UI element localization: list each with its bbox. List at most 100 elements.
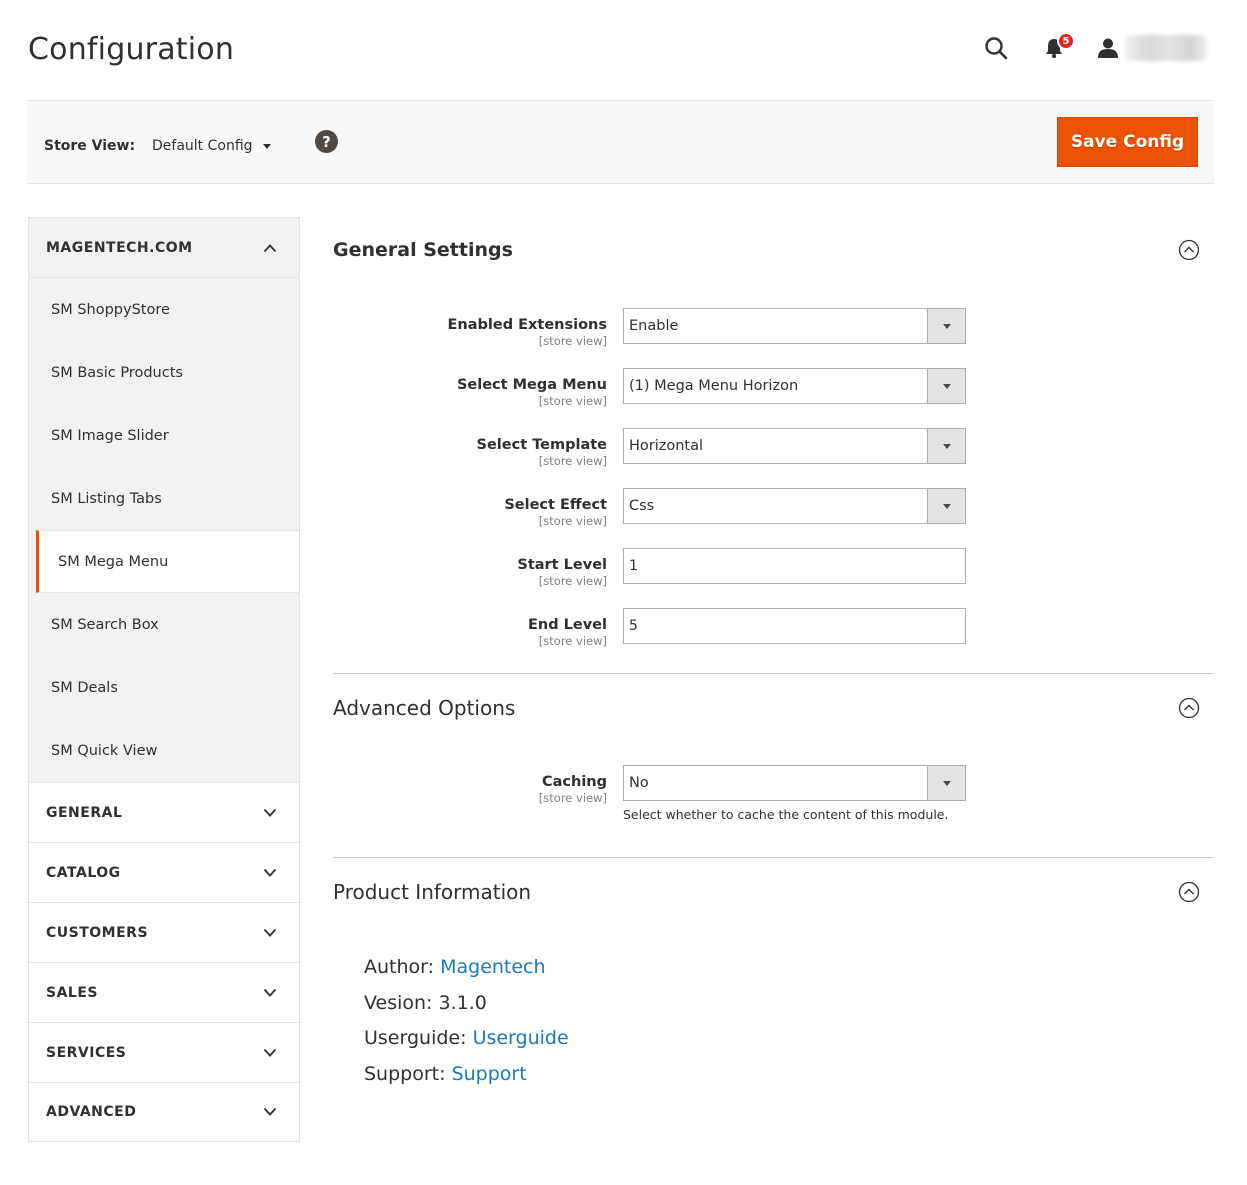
sidebar-group-customers[interactable]: CUSTOMERS (28, 902, 300, 962)
caching-note: Select whether to cache the content of t… (623, 807, 949, 822)
start-level-input[interactable] (623, 548, 966, 584)
sidebar-group-services[interactable]: SERVICES (28, 1022, 300, 1082)
author-label: Author: (364, 956, 435, 978)
store-view-value: Default Config (152, 138, 253, 154)
field-scope: [store view] (538, 334, 607, 348)
general-settings-title: General Settings (333, 239, 513, 261)
field-label: End Level [store view] (528, 617, 607, 648)
store-view-switcher[interactable]: Default Config (152, 138, 271, 154)
sidebar-item-shoppystore[interactable]: SM ShoppyStore (29, 278, 299, 341)
advanced-options-header[interactable]: Advanced Options (333, 674, 1214, 742)
user-icon (1098, 38, 1118, 58)
field-select-template: Select Template [store view] Horizontal (333, 428, 1214, 488)
field-start-level: Start Level [store view] (333, 548, 1214, 608)
end-level-input[interactable] (623, 608, 966, 644)
userguide-label: Userguide: (364, 1027, 467, 1049)
dropdown-arrow-icon (927, 309, 965, 343)
field-caching: Caching [store view] No Select whether t… (333, 765, 1214, 857)
field-name: Enabled Extensions (447, 317, 608, 333)
account-name-redacted (1125, 35, 1207, 61)
chevron-down-icon (263, 988, 277, 997)
sidebar-item-listing-tabs[interactable]: SM Listing Tabs (29, 467, 299, 530)
dropdown-arrow-icon (927, 369, 965, 403)
support-line: Support: Support (364, 1057, 1214, 1093)
field-label: Start Level [store view] (517, 557, 607, 588)
field-enabled-extensions: Enabled Extensions [store view] Enable (333, 308, 1214, 368)
userguide-line: Userguide: Userguide (364, 1021, 1214, 1057)
chevron-down-icon (263, 1048, 277, 1057)
sidebar-items: SM ShoppyStore SM Basic Products SM Imag… (28, 277, 300, 782)
field-scope: [store view] (538, 574, 607, 588)
product-information-title: Product Information (333, 880, 532, 904)
field-name: Caching (541, 774, 607, 790)
field-scope: [store view] (538, 514, 607, 528)
collapse-circle-icon (1178, 697, 1200, 719)
support-label: Support: (364, 1062, 446, 1085)
select-value: No (629, 775, 649, 791)
field-name: Select Mega Menu (456, 377, 607, 393)
field-end-level: End Level [store view] (333, 608, 1214, 668)
product-information-header[interactable]: Product Information (333, 858, 1214, 926)
field-scope: [store view] (538, 454, 607, 468)
field-label: Select Effect [store view] (504, 497, 607, 528)
field-label: Enabled Extensions [store view] (448, 317, 608, 348)
template-select[interactable]: Horizontal (623, 428, 966, 464)
product-info-list: Author: Magentech Vesion: 3.1.0 Userguid… (364, 950, 1214, 1092)
caching-select[interactable]: No (623, 765, 966, 801)
dropdown-arrow-icon (927, 429, 965, 463)
select-value: Enable (629, 318, 679, 334)
chevron-down-icon (263, 928, 277, 937)
chevron-down-icon (263, 808, 277, 817)
mega-menu-select[interactable]: (1) Mega Menu Horizon (623, 368, 966, 404)
dropdown-arrow-icon (927, 489, 965, 523)
field-scope: [store view] (538, 791, 607, 805)
userguide-link[interactable]: Userguide (473, 1027, 569, 1049)
sidebar-group-advanced[interactable]: ADVANCED (28, 1082, 300, 1142)
sidebar-group-label: GENERAL (46, 804, 123, 821)
collapse-circle-icon (1178, 239, 1200, 261)
field-select-mega-menu: Select Mega Menu [store view] (1) Mega M… (333, 368, 1214, 428)
field-scope: [store view] (538, 394, 607, 408)
select-value: Css (629, 498, 655, 514)
field-name: Select Template (476, 437, 607, 453)
dropdown-arrow-icon (927, 766, 965, 800)
select-value: (1) Mega Menu Horizon (629, 378, 799, 394)
save-config-button[interactable]: Save Config (1057, 117, 1198, 167)
field-name: Start Level (517, 557, 607, 573)
sidebar-group-label: SERVICES (46, 1044, 127, 1061)
support-link[interactable]: Support (452, 1063, 527, 1085)
config-sidebar: MAGENTECH.COM SM ShoppyStore SM Basic Pr… (28, 217, 300, 1142)
search-button[interactable] (967, 30, 1025, 66)
sidebar-item-deals[interactable]: SM Deals (29, 656, 299, 719)
sidebar-group-label: ADVANCED (46, 1104, 137, 1120)
sidebar-item-image-slider[interactable]: SM Image Slider (29, 404, 299, 467)
sidebar-item-quick-view[interactable]: SM Quick View (29, 719, 299, 782)
help-icon[interactable]: ? (315, 130, 338, 153)
sidebar-group-general[interactable]: GENERAL (28, 782, 300, 842)
sidebar-group-label: CUSTOMERS (46, 924, 149, 941)
header-actions: 5 (967, 30, 1207, 66)
page-title: Configuration (28, 32, 235, 67)
effect-select[interactable]: Css (623, 488, 966, 524)
sidebar-group-sales[interactable]: SALES (28, 962, 300, 1022)
sidebar-group-magentech[interactable]: MAGENTECH.COM (28, 217, 300, 277)
account-menu[interactable] (1083, 30, 1207, 66)
version-line: Vesion: 3.1.0 (364, 991, 487, 1014)
sidebar-item-search-box[interactable]: SM Search Box (29, 593, 299, 656)
notifications-button[interactable]: 5 (1025, 30, 1083, 66)
general-settings-header[interactable]: General Settings (333, 217, 1214, 283)
sidebar-item-basic-products[interactable]: SM Basic Products (29, 341, 299, 404)
advanced-options-title: Advanced Options (333, 696, 516, 720)
sidebar-group-catalog[interactable]: CATALOG (28, 842, 300, 902)
sidebar-group-label: MAGENTECH.COM (46, 239, 193, 256)
search-icon (985, 37, 1008, 60)
field-name: Select Effect (504, 497, 607, 513)
sidebar-item-mega-menu[interactable]: SM Mega Menu (36, 530, 299, 593)
field-label: Select Mega Menu [store view] (457, 377, 607, 408)
enabled-extensions-select[interactable]: Enable (623, 308, 966, 344)
sidebar-group-label: SALES (46, 984, 98, 1001)
field-name: End Level (528, 617, 607, 633)
author-link[interactable]: Magentech (440, 956, 545, 978)
chevron-up-icon (263, 243, 277, 252)
store-switcher-toolbar: Store View: Default Config ? Save Config (27, 100, 1214, 184)
